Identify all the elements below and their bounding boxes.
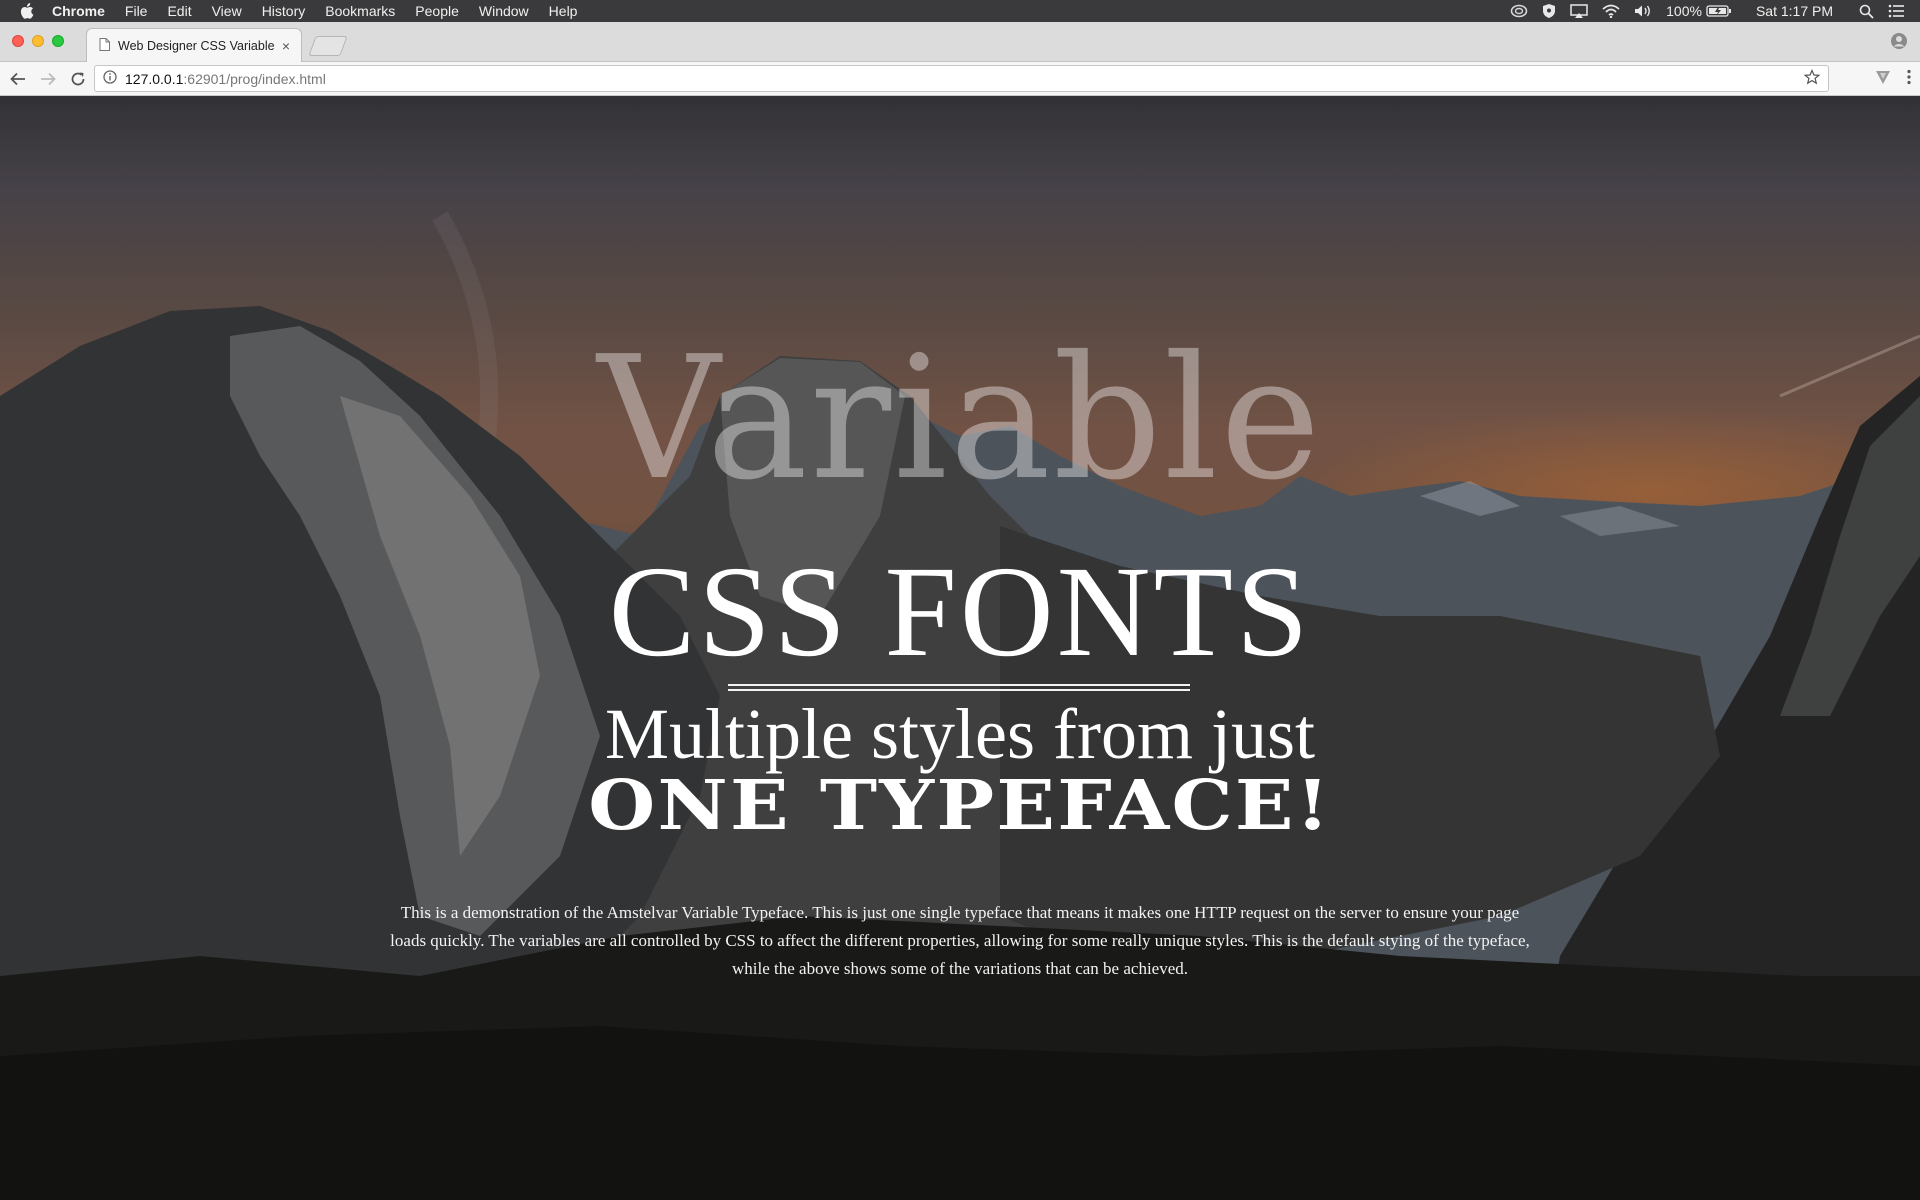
description-paragraph: This is a demonstration of the Amstelvar…: [390, 903, 1530, 978]
web-page-viewport: Variable CSS FONTS Multiple styles from …: [0, 96, 1920, 1200]
battery-icon[interactable]: [1706, 5, 1732, 17]
profile-icon[interactable]: [1890, 32, 1908, 55]
back-arrow-icon[interactable]: [6, 67, 30, 91]
url-host: 127.0.0.1: [125, 70, 184, 87]
menu-bookmarks[interactable]: Bookmarks: [325, 3, 395, 19]
window-minimize-button[interactable]: [32, 35, 44, 47]
menu-people[interactable]: People: [415, 3, 459, 19]
url-path: :62901/prog/index.html: [183, 70, 326, 87]
spotlight-search-icon[interactable]: [1859, 4, 1874, 19]
tab-close-icon[interactable]: ×: [279, 38, 293, 54]
reload-icon[interactable]: [66, 67, 90, 91]
shield-icon[interactable]: [1542, 3, 1556, 19]
macos-menubar: Chrome File Edit View History Bookmarks …: [0, 0, 1920, 22]
window-close-button[interactable]: [12, 35, 24, 47]
subheading-multiple-styles: Multiple styles from just: [605, 694, 1315, 774]
browser-toolbar: 127.0.0.1:62901/prog/index.html: [0, 62, 1920, 96]
heading-variable: Variable: [597, 320, 1323, 518]
bookmark-star-icon[interactable]: [1803, 69, 1821, 88]
extension-icon[interactable]: [1874, 68, 1892, 91]
menu-window[interactable]: Window: [479, 3, 529, 19]
double-rule-divider: [728, 684, 1190, 691]
tab-title: Web Designer CSS Variable Fo: [118, 38, 279, 53]
menu-view[interactable]: View: [212, 3, 242, 19]
volume-icon[interactable]: [1634, 4, 1652, 18]
menu-edit[interactable]: Edit: [167, 3, 191, 19]
creative-cloud-icon[interactable]: [1510, 4, 1528, 18]
menu-history[interactable]: History: [262, 3, 306, 19]
menubar-status-area: 100% Sat 1:17 PM: [1496, 3, 1920, 19]
menubar-menus: Chrome File Edit View History Bookmarks …: [52, 3, 597, 19]
window-zoom-button[interactable]: [52, 35, 64, 47]
menu-app-chrome[interactable]: Chrome: [52, 3, 105, 19]
battery-percent: 100%: [1666, 3, 1702, 19]
toolbar-right: [1860, 68, 1912, 91]
screen: Chrome File Edit View History Bookmarks …: [0, 0, 1920, 1200]
menu-file[interactable]: File: [125, 3, 148, 19]
wifi-icon[interactable]: [1602, 4, 1620, 18]
notification-center-icon[interactable]: [1888, 4, 1904, 18]
page-document-icon: [99, 37, 110, 54]
window-controls: [12, 35, 72, 47]
new-tab-button[interactable]: [308, 36, 348, 56]
tab-active[interactable]: Web Designer CSS Variable Fo ×: [86, 28, 302, 62]
subheading-one-typeface: ONE TYPEFACE!: [588, 766, 1332, 846]
tab-strip: Web Designer CSS Variable Fo ×: [0, 22, 1920, 62]
airplay-icon[interactable]: [1570, 3, 1588, 19]
apple-icon[interactable]: [20, 3, 38, 19]
menu-help[interactable]: Help: [549, 3, 578, 19]
chrome-menu-icon[interactable]: [1906, 69, 1912, 90]
menubar-clock[interactable]: Sat 1:17 PM: [1756, 3, 1833, 19]
info-icon[interactable]: [103, 70, 117, 87]
heading-css-fonts: CSS FONTS: [608, 540, 1312, 684]
address-bar[interactable]: 127.0.0.1:62901/prog/index.html: [94, 65, 1829, 92]
forward-arrow-icon[interactable]: [36, 67, 60, 91]
